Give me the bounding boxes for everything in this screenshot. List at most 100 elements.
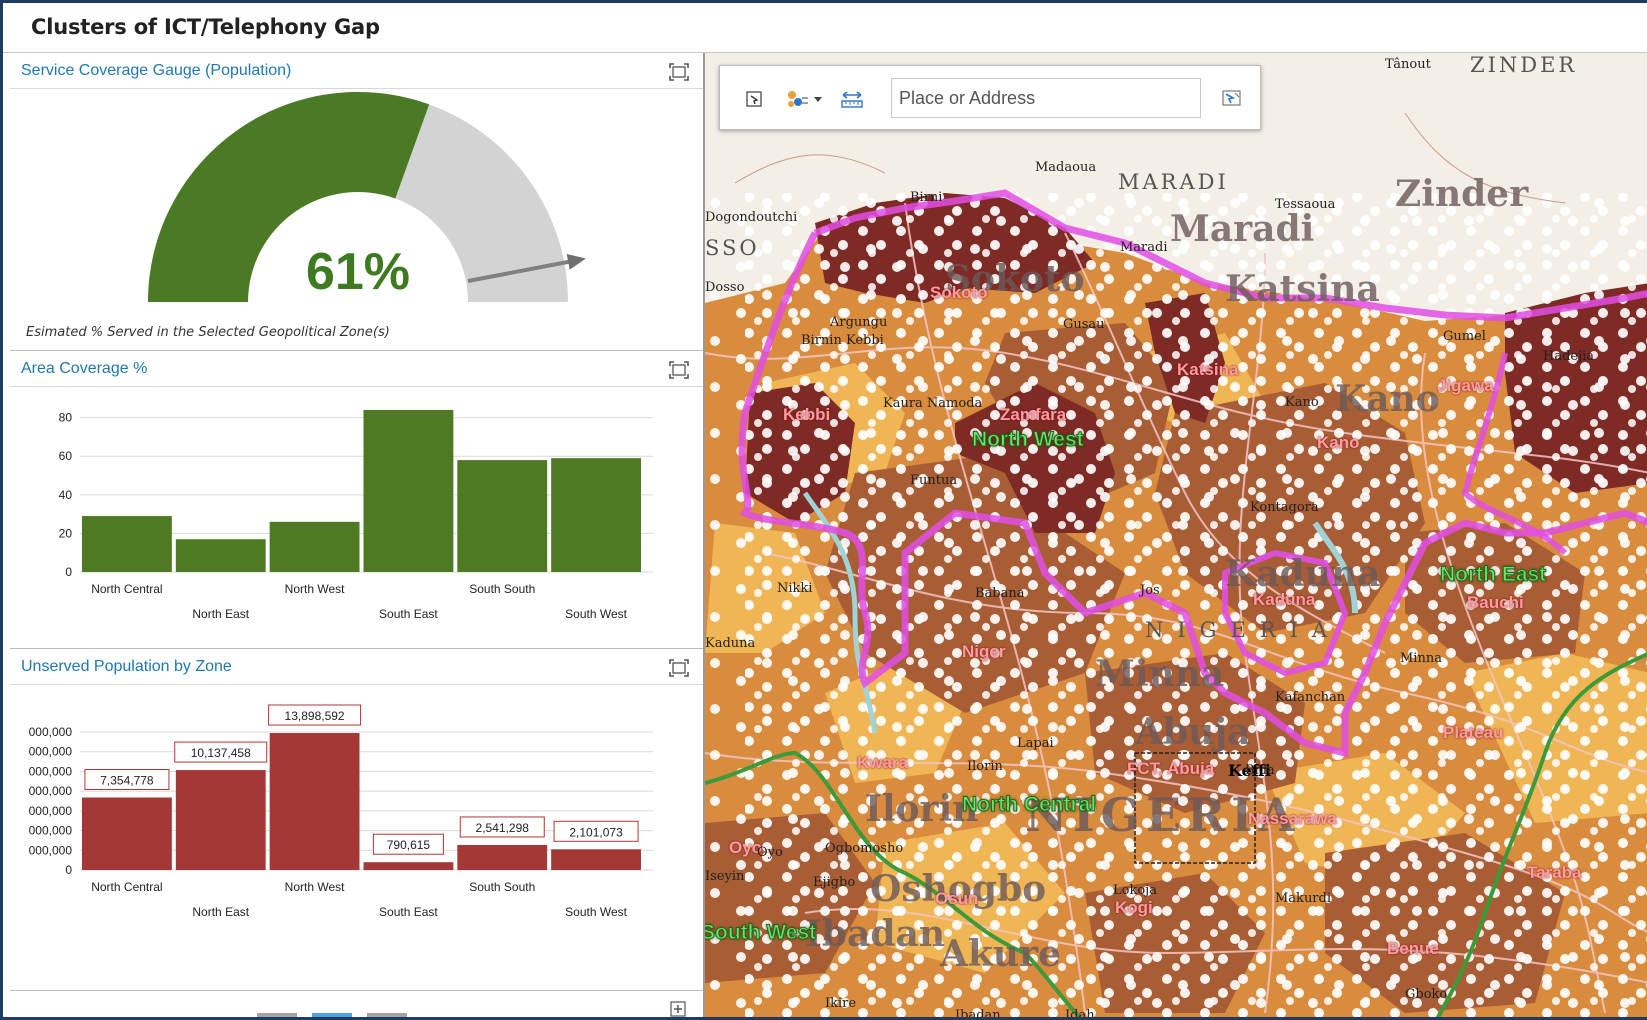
- state-label: FCT, Abuja: [1127, 759, 1215, 778]
- city-label: Gumel: [1443, 329, 1486, 344]
- area-panel-header: Area Coverage %: [10, 351, 703, 387]
- map-big-label: Zinder: [1395, 173, 1529, 215]
- search-input[interactable]: [891, 78, 1201, 118]
- x-tick-label: South East: [379, 905, 438, 919]
- city-label: Argungu: [830, 315, 888, 330]
- unserved-panel-title: Unserved Population by Zone: [21, 658, 232, 675]
- zone-label-north-east: North East: [1439, 563, 1547, 587]
- page-indicator-2[interactable]: [312, 1013, 352, 1017]
- map-view[interactable]: ZINDER Tânout MARADI SSO Zinder Maradi S…: [705, 53, 1647, 1017]
- state-label: Plateau: [1443, 723, 1504, 742]
- city-label: Kaura Namoda: [883, 396, 983, 411]
- state-label: Sokoto: [930, 283, 988, 302]
- y-tick-label: 0: [65, 863, 72, 877]
- city-label: Ogbomosho: [825, 841, 904, 856]
- state-label: Jigawa: [1437, 376, 1494, 395]
- state-label: Bauchi: [1467, 593, 1524, 612]
- state-label: Kebbi: [783, 405, 831, 424]
- gauge-panel: Service Coverage Gauge (Population) 61% …: [10, 53, 703, 351]
- bar[interactable]: [269, 732, 360, 870]
- city-label: Kafanchan: [1275, 690, 1346, 705]
- x-tick-label: South West: [565, 905, 627, 919]
- state-label: Zamfara: [1000, 405, 1067, 424]
- state-label: Niger: [962, 642, 1006, 661]
- y-tick-label: 000,000: [29, 843, 73, 857]
- bar[interactable]: [82, 516, 172, 572]
- unserved-population-chart: 0 000,000 000,000 000,000 000,000 000,000 000,…: [29, 704, 653, 919]
- state-label: Taraba: [1527, 863, 1582, 882]
- locate-icon[interactable]: [1218, 86, 1246, 112]
- x-tick-label: North Central: [91, 880, 162, 894]
- area-panel-title: Area Coverage %: [21, 360, 148, 377]
- city-label: Lokoja: [1113, 883, 1157, 898]
- state-label: Kwara: [857, 753, 909, 772]
- unserved-population-panel: Unserved Population by Zone 0 000,000 000,…: [10, 649, 703, 991]
- city-label: Iseyin: [705, 869, 745, 884]
- map-big-label: Minna: [1095, 653, 1225, 695]
- zone-label-north-central: North Central: [961, 793, 1097, 817]
- state-label: Osun: [935, 889, 979, 908]
- y-tick-label: 20: [59, 526, 73, 540]
- data-label: 10,137,458: [191, 746, 251, 760]
- city-label: Makurdi: [1275, 891, 1332, 906]
- select-icon[interactable]: [740, 86, 768, 112]
- dashboard-title: Clusters of ICT/Telephony Gap: [31, 15, 380, 39]
- map-big-label: Kaduna: [1225, 553, 1381, 595]
- bar[interactable]: [269, 521, 360, 572]
- city-label: Ilorin: [967, 759, 1003, 774]
- gauge-value-label: 61%: [306, 243, 410, 301]
- panel-footer: [10, 991, 703, 1017]
- map-city-label: Tânout: [1385, 57, 1431, 72]
- data-label: 790,615: [387, 838, 431, 852]
- maximize-icon[interactable]: [669, 659, 689, 677]
- city-label: Gboko: [1405, 987, 1448, 1002]
- bar[interactable]: [175, 770, 266, 870]
- bar[interactable]: [457, 460, 548, 572]
- x-tick-label: South West: [565, 607, 627, 621]
- data-label: 13,898,592: [285, 709, 345, 723]
- left-panel-column: Service Coverage Gauge (Population) 61% …: [10, 53, 705, 1017]
- city-label: Bida: [1245, 763, 1275, 778]
- city-label: Nikki: [777, 581, 813, 596]
- y-tick-label: 0: [65, 565, 72, 579]
- city-label: Gusau: [1063, 317, 1105, 332]
- dashboard-app: Clusters of ICT/Telephony Gap Service Co…: [0, 0, 1647, 1020]
- y-tick-label: 40: [59, 488, 73, 502]
- maximize-icon[interactable]: [669, 63, 689, 81]
- dashboard-header: Clusters of ICT/Telephony Gap: [3, 3, 1647, 53]
- city-label: Birni: [910, 190, 943, 205]
- x-tick-label: North East: [192, 607, 249, 621]
- gauge-needle-head: [566, 254, 586, 270]
- layers-icon[interactable]: [782, 86, 826, 112]
- bar[interactable]: [82, 797, 172, 870]
- gauge-caption: Esimated % Served in the Selected Geopol…: [26, 325, 390, 340]
- map-region-label: SSO: [705, 236, 760, 260]
- state-label: Kano: [1317, 433, 1360, 452]
- page-indicator-3[interactable]: [367, 1013, 407, 1017]
- maximize-icon[interactable]: [669, 361, 689, 379]
- map-big-label: Ibadan: [805, 913, 946, 955]
- plus-icon[interactable]: [670, 1001, 686, 1017]
- page-indicator-1[interactable]: [257, 1013, 297, 1017]
- bar[interactable]: [551, 849, 641, 870]
- bar[interactable]: [457, 844, 548, 870]
- bar[interactable]: [175, 539, 266, 572]
- city-label: Babana: [975, 586, 1025, 601]
- state-label: Kogi: [1115, 898, 1153, 917]
- map-region-label: MARADI: [1118, 170, 1229, 194]
- bar[interactable]: [363, 409, 454, 572]
- x-tick-label: South South: [469, 582, 535, 596]
- y-tick-label: 000,000: [29, 824, 73, 838]
- y-tick-label: 60: [59, 449, 73, 463]
- city-label: Jos: [1140, 583, 1160, 598]
- y-tick-label: 000,000: [29, 725, 73, 739]
- zone-label-north-west: North West: [972, 428, 1085, 452]
- city-label: Lapai: [1017, 736, 1054, 751]
- measure-icon[interactable]: [838, 86, 866, 112]
- bar[interactable]: [551, 458, 641, 572]
- city-label: Kontagora: [1250, 500, 1319, 515]
- zone-label-south-west: South West: [705, 921, 817, 945]
- y-tick-label: 000,000: [29, 804, 73, 818]
- city-label: Ikire: [825, 996, 857, 1011]
- bar[interactable]: [363, 862, 454, 870]
